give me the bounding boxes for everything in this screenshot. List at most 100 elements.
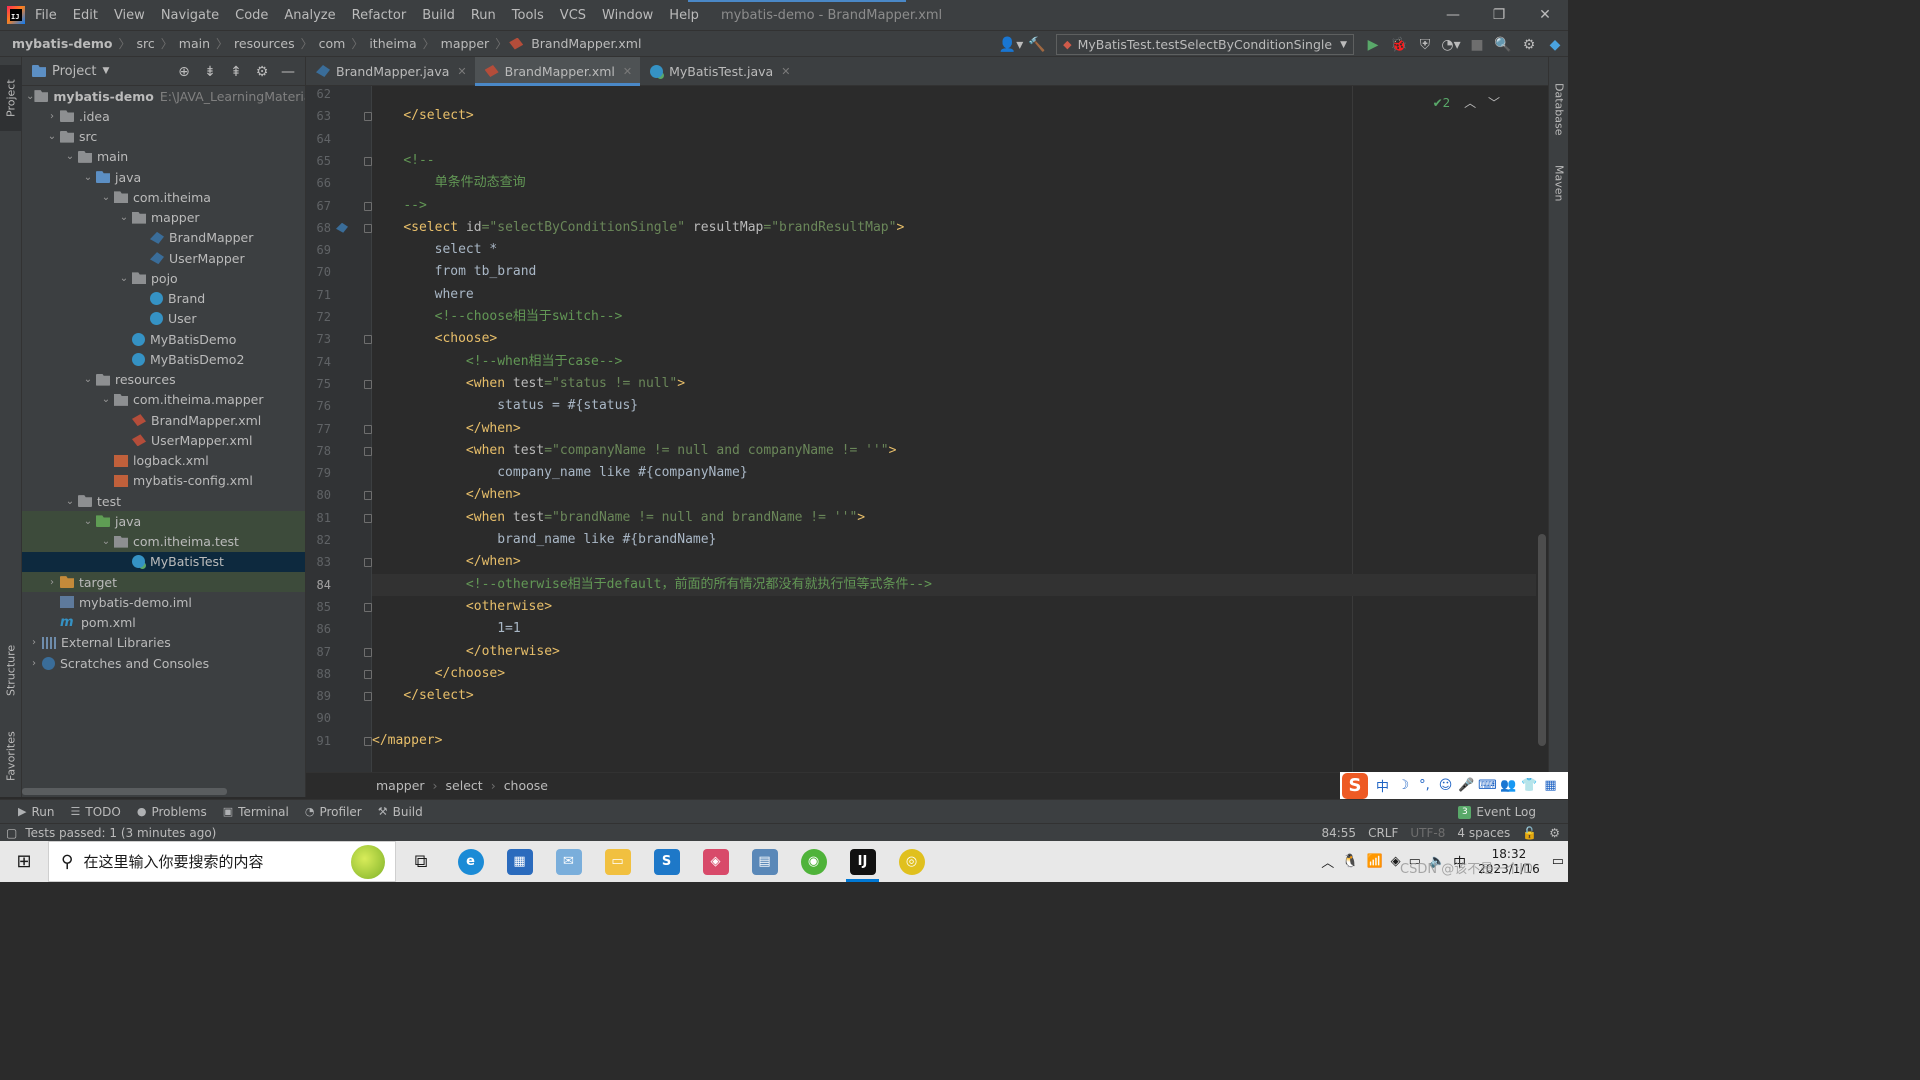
notification-icon[interactable]: ▭	[1552, 854, 1564, 869]
store-icon[interactable]: ▦	[495, 841, 544, 882]
fold-marker-icon[interactable]	[364, 335, 372, 345]
menu-build[interactable]: Build	[414, 8, 463, 23]
chevron-down-icon[interactable]: ⌄	[98, 536, 114, 547]
code-line[interactable]: 单条件动态查询	[372, 172, 526, 194]
profile-icon[interactable]: ◔▾	[1438, 31, 1464, 58]
code-line[interactable]: </when>	[372, 484, 521, 506]
chevron-down-icon[interactable]: ⌄	[98, 394, 114, 405]
code-line[interactable]: </select>	[372, 685, 473, 707]
remote-desktop-icon[interactable]: ▤	[740, 841, 789, 882]
chevron-down-icon[interactable]: ⌄	[98, 192, 114, 203]
code-line[interactable]: </mapper>	[372, 730, 442, 752]
tool-run[interactable]: ▶ Run	[18, 805, 54, 819]
code-line[interactable]: <when test="companyName != null and comp…	[372, 440, 896, 462]
chrome-like-icon[interactable]: ◎	[887, 841, 936, 882]
chevron-down-icon[interactable]: ﹀	[1488, 96, 1500, 110]
scrollbar-thumb[interactable]	[1538, 534, 1546, 746]
toolbox-icon[interactable]: ◆	[1542, 31, 1568, 58]
chevron-down-icon[interactable]: ⌄	[26, 91, 34, 102]
tool-todo[interactable]: ☰ TODO	[70, 805, 120, 819]
minimize-button[interactable]: —	[1430, 0, 1476, 30]
fold-marker-icon[interactable]	[364, 491, 372, 501]
line-number[interactable]: 74	[301, 351, 331, 373]
close-icon[interactable]: ✕	[781, 65, 790, 78]
editor-gutter[interactable]: 62 63 64 65 66 67 68 69 70 71 72 73 74 75 76 77 78 79 80 81…	[306, 86, 372, 772]
fold-marker-icon[interactable]	[364, 647, 372, 657]
tree-item[interactable]: mybatis-demo.iml	[22, 592, 305, 612]
tree-item[interactable]: MyBatisTest	[22, 551, 305, 572]
line-number[interactable]: 72	[301, 306, 331, 328]
chevron-right-icon[interactable]: ›	[44, 111, 60, 122]
menu-vcs[interactable]: VCS	[552, 8, 594, 23]
code-line[interactable]: <when test="brandName != null and brandN…	[372, 507, 865, 529]
chevron-down-icon[interactable]: ▼	[102, 66, 109, 76]
fold-marker-icon[interactable]	[364, 424, 372, 434]
punctuation-icon[interactable]: °,	[1414, 778, 1435, 793]
side-tab-database[interactable]: Database	[1549, 69, 1569, 149]
close-icon[interactable]: ✕	[457, 65, 466, 78]
line-number[interactable]: 79	[301, 462, 331, 484]
tree-item[interactable]: ⌄ com.itheima.test	[22, 531, 305, 552]
fold-marker-icon[interactable]	[364, 558, 372, 568]
chevron-down-icon[interactable]: ⌄	[62, 151, 78, 162]
fold-marker-icon[interactable]	[364, 156, 372, 166]
wifi-icon[interactable]: 📶	[1366, 854, 1382, 869]
edge-browser-icon[interactable]: e	[446, 841, 495, 882]
fold-marker-icon[interactable]	[364, 201, 372, 211]
tree-item[interactable]: › Scratches and Consoles	[22, 653, 305, 673]
breadcrumb-resources[interactable]: resources	[230, 36, 299, 51]
sublime-icon[interactable]: S	[642, 841, 691, 882]
moon-icon[interactable]: ☽	[1393, 778, 1414, 793]
line-number[interactable]: 67	[301, 195, 331, 217]
code-line[interactable]: <!--otherwise相当于default，前面的所有情况都没有就执行恒等式…	[372, 574, 932, 596]
grid-icon[interactable]: ▦	[1540, 778, 1561, 793]
side-tab-project[interactable]: Project	[0, 65, 22, 131]
close-icon[interactable]: ✕	[623, 65, 632, 78]
chevron-down-icon[interactable]: ⌄	[62, 496, 78, 507]
code-line[interactable]: <choose>	[372, 328, 498, 350]
fold-marker-icon[interactable]	[364, 669, 372, 679]
tab-brandmapper-java[interactable]: BrandMapper.java ✕	[306, 57, 475, 85]
memory-indicator-icon[interactable]: ⚙	[1549, 826, 1560, 840]
qq-icon[interactable]: 🐧	[1342, 854, 1358, 869]
inspection-widget[interactable]: ✔2 ︿ ﹀	[1433, 94, 1500, 111]
build-hammer-icon[interactable]: 🔨	[1024, 31, 1050, 58]
chevron-right-icon[interactable]: ›	[44, 577, 60, 588]
sogou-logo-icon[interactable]: S	[1342, 772, 1368, 799]
tree-item[interactable]: UserMapper.xml	[22, 430, 305, 450]
line-number[interactable]: 65	[301, 150, 331, 172]
line-number[interactable]: 71	[301, 284, 331, 306]
line-separator[interactable]: CRLF	[1368, 826, 1398, 840]
task-view-icon[interactable]: ⧉	[396, 841, 446, 882]
status-message[interactable]: Tests passed: 1 (3 minutes ago)	[25, 826, 216, 840]
collapse-all-icon[interactable]: ⇞	[223, 64, 249, 80]
run-config-selector[interactable]: ◆ MyBatisTest.testSelectByConditionSingl…	[1056, 34, 1354, 55]
menu-run[interactable]: Run	[463, 8, 504, 23]
mail-icon[interactable]: ✉	[544, 841, 593, 882]
menu-help[interactable]: Help	[661, 8, 707, 23]
side-tab-structure[interactable]: Structure	[0, 635, 22, 705]
user-icon[interactable]: 👤▾	[998, 31, 1024, 58]
fold-marker-icon[interactable]	[364, 513, 372, 523]
tree-item[interactable]: ⌄ test	[22, 491, 305, 511]
line-number[interactable]: 70	[301, 261, 331, 283]
debug-icon[interactable]: 🐞	[1386, 31, 1412, 58]
code-line[interactable]: <!--	[372, 150, 434, 172]
expand-all-icon[interactable]: ⇟	[197, 64, 223, 80]
tree-item[interactable]: BrandMapper	[22, 228, 305, 248]
code-editor[interactable]: ✔2 ︿ ﹀ </select> <!-- 单条件动态查询 --> <selec…	[372, 86, 1536, 772]
coverage-icon[interactable]: ⛨	[1412, 31, 1438, 58]
breadcrumb-src[interactable]: src	[133, 36, 159, 51]
line-number[interactable]: 84	[301, 574, 331, 596]
editor-crumb-choose[interactable]: choose	[504, 778, 548, 793]
fold-marker-icon[interactable]	[364, 446, 372, 456]
lock-icon[interactable]: 🔓	[1522, 826, 1537, 840]
line-number[interactable]: 80	[301, 484, 331, 506]
file-encoding[interactable]: UTF-8	[1410, 826, 1445, 840]
menu-analyze[interactable]: Analyze	[276, 8, 343, 23]
breadcrumb-file[interactable]: BrandMapper.xml	[527, 36, 645, 51]
side-tab-favorites[interactable]: Favorites	[0, 721, 22, 791]
code-line[interactable]: </when>	[372, 418, 521, 440]
line-number[interactable]: 89	[301, 685, 331, 707]
line-number[interactable]: 85	[301, 596, 331, 618]
